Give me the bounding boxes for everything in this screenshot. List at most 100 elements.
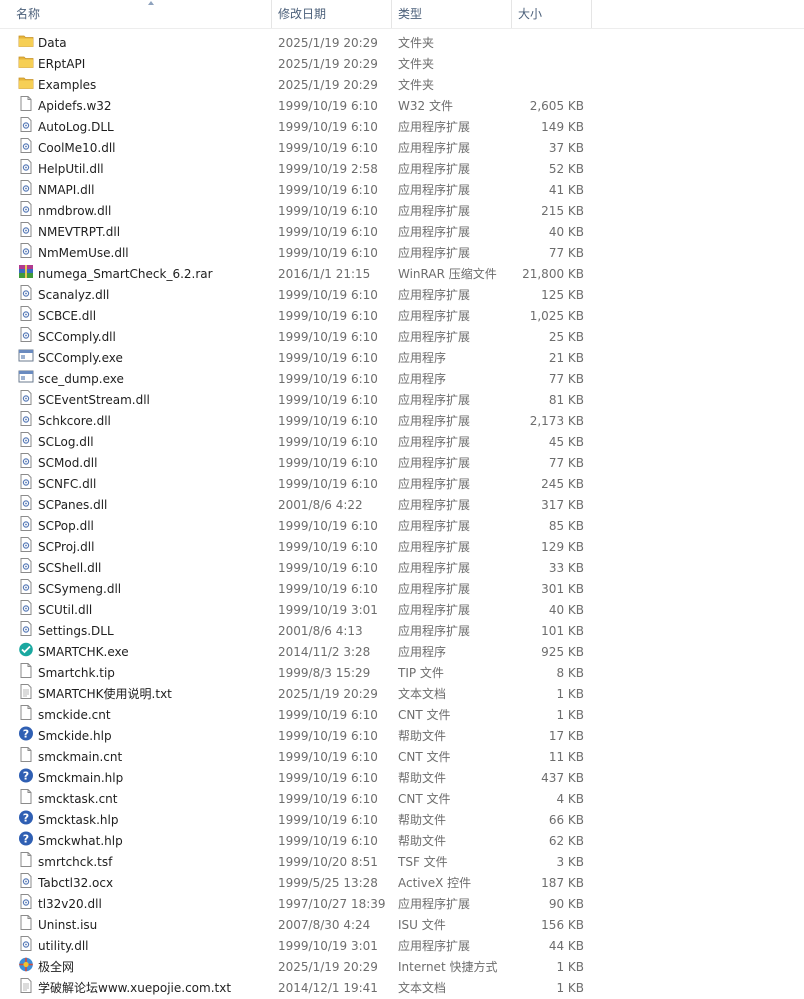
file-modified-date: 1999/10/19 3:01: [278, 939, 378, 953]
dll-icon: [18, 285, 34, 300]
file-row[interactable]: NMEVTRPT.dll 1999/10/19 6:10 应用程序扩展 40 KB: [0, 222, 804, 243]
file-row[interactable]: numega_SmartCheck_6.2.rar 2016/1/1 21:15 W…: [0, 264, 804, 285]
file-row[interactable]: Scanalyz.dll 1999/10/19 6:10 应用程序扩展 125 KB: [0, 285, 804, 306]
file-name: HelpUtil.dll: [38, 162, 104, 176]
file-row[interactable]: ? Smckide.hlp 1999/10/19 6:10 帮助文件 17 KB: [0, 726, 804, 747]
column-header-date-label: 修改日期: [278, 7, 327, 21]
file-row[interactable]: SCMod.dll 1999/10/19 6:10 应用程序扩展 77 KB: [0, 453, 804, 474]
file-modified-date: 1999/10/19 6:10: [278, 288, 378, 302]
folder-icon: [18, 75, 34, 90]
file-row[interactable]: utility.dll 1999/10/19 3:01 应用程序扩展 44 KB: [0, 936, 804, 957]
column-header-type-label: 类型: [398, 7, 423, 21]
help-icon: ?: [18, 726, 34, 741]
file-modified-date: 2025/1/19 20:29: [278, 687, 378, 701]
file-type: 应用程序扩展: [398, 183, 471, 197]
file-modified-date: 1999/10/19 6:10: [278, 792, 378, 806]
file-row[interactable]: SCEventStream.dll 1999/10/19 6:10 应用程序扩展 81…: [0, 390, 804, 411]
file-row[interactable]: NmMemUse.dll 1999/10/19 6:10 应用程序扩展 77 KB: [0, 243, 804, 264]
file-type: 应用程序扩展: [398, 120, 471, 134]
file-name: Smckmain.hlp: [38, 771, 124, 785]
file-row[interactable]: SCPanes.dll 2001/8/6 4:22 应用程序扩展 317 KB: [0, 495, 804, 516]
file-size: 11 KB: [548, 750, 584, 764]
file-row[interactable]: ? Smckmain.hlp 1999/10/19 6:10 帮助文件 437 KB: [0, 768, 804, 789]
file-row[interactable]: Apidefs.w32 1999/10/19 6:10 W32 文件 2,605 KB: [0, 96, 804, 117]
file-row[interactable]: Tabctl32.ocx 1999/5/25 13:28 ActiveX 控件 187…: [0, 873, 804, 894]
file-row[interactable]: ERptAPI 2025/1/19 20:29 文件夹: [0, 54, 804, 75]
file-row[interactable]: SMARTCHK使用说明.txt 2025/1/19 20:29 文本文档 1 KB: [0, 684, 804, 705]
file-row[interactable]: HelpUtil.dll 1999/10/19 2:58 应用程序扩展 52 KB: [0, 159, 804, 180]
file-row[interactable]: smcktask.cnt 1999/10/19 6:10 CNT 文件 4 KB: [0, 789, 804, 810]
file-name: Apidefs.w32: [38, 99, 112, 113]
file-name: SMARTCHK.exe: [38, 645, 129, 659]
column-header-type[interactable]: 类型: [392, 0, 512, 28]
file-modified-date: 1999/10/19 6:10: [278, 582, 378, 596]
file-modified-date: 1999/10/19 2:58: [278, 162, 378, 176]
smartcheck-app-icon: [18, 642, 34, 657]
file-size: 301 KB: [541, 582, 584, 596]
file-row[interactable]: smckmain.cnt 1999/10/19 6:10 CNT 文件 11 KB: [0, 747, 804, 768]
file-type: 文件夹: [398, 36, 435, 50]
file-modified-date: 2025/1/19 20:29: [278, 960, 378, 974]
file-size: 8 KB: [556, 666, 584, 680]
file-row[interactable]: CoolMe10.dll 1999/10/19 6:10 应用程序扩展 37 KB: [0, 138, 804, 159]
file-row[interactable]: smrtchck.tsf 1999/10/20 8:51 TSF 文件 3 KB: [0, 852, 804, 873]
file-type: 应用程序扩展: [398, 624, 471, 638]
file-type: CNT 文件: [398, 708, 451, 722]
file-name: NMAPI.dll: [38, 183, 95, 197]
file-row[interactable]: sce_dump.exe 1999/10/19 6:10 应用程序 77 KB: [0, 369, 804, 390]
file-row[interactable]: nmdbrow.dll 1999/10/19 6:10 应用程序扩展 215 KB: [0, 201, 804, 222]
column-header-name[interactable]: 名称: [10, 0, 272, 28]
file-modified-date: 1999/10/19 6:10: [278, 330, 378, 344]
file-row[interactable]: 极全网 2025/1/19 20:29 Internet 快捷方式 1 KB: [0, 957, 804, 978]
file-row[interactable]: SCComply.exe 1999/10/19 6:10 应用程序 21 KB: [0, 348, 804, 369]
file-row[interactable]: 学破解论坛www.xuepojie.com.txt 2014/12/1 19:41…: [0, 978, 804, 999]
file-icon: [18, 852, 34, 867]
file-row[interactable]: smckide.cnt 1999/10/19 6:10 CNT 文件 1 KB: [0, 705, 804, 726]
file-size: 81 KB: [548, 393, 584, 407]
file-type: 应用程序扩展: [398, 414, 471, 428]
file-row[interactable]: SCBCE.dll 1999/10/19 6:10 应用程序扩展 1,025 KB: [0, 306, 804, 327]
file-row[interactable]: SCPop.dll 1999/10/19 6:10 应用程序扩展 85 KB: [0, 516, 804, 537]
file-row[interactable]: SMARTCHK.exe 2014/11/2 3:28 应用程序 925 KB: [0, 642, 804, 663]
file-size: 25 KB: [548, 330, 584, 344]
file-type: 应用程序扩展: [398, 393, 471, 407]
column-header-size[interactable]: 大小: [512, 0, 592, 28]
help-icon: ?: [18, 831, 34, 846]
dll-icon: [18, 201, 34, 216]
file-row[interactable]: AutoLog.DLL 1999/10/19 6:10 应用程序扩展 149 KB: [0, 117, 804, 138]
file-type: 应用程序扩展: [398, 603, 471, 617]
file-row[interactable]: Uninst.isu 2007/8/30 4:24 ISU 文件 156 KB: [0, 915, 804, 936]
file-name: smcktask.cnt: [38, 792, 118, 806]
file-type: 应用程序扩展: [398, 456, 471, 470]
file-row[interactable]: NMAPI.dll 1999/10/19 6:10 应用程序扩展 41 KB: [0, 180, 804, 201]
column-header-date[interactable]: 修改日期: [272, 0, 392, 28]
file-row[interactable]: ? Smckwhat.hlp 1999/10/19 6:10 帮助文件 62 KB: [0, 831, 804, 852]
dll-icon: [18, 579, 34, 594]
file-row[interactable]: Schkcore.dll 1999/10/19 6:10 应用程序扩展 2,173 K…: [0, 411, 804, 432]
file-icon: [18, 789, 34, 804]
file-row[interactable]: SCComply.dll 1999/10/19 6:10 应用程序扩展 25 KB: [0, 327, 804, 348]
file-row[interactable]: ? Smcktask.hlp 1999/10/19 6:10 帮助文件 66 KB: [0, 810, 804, 831]
file-type: 应用程序扩展: [398, 477, 471, 491]
file-modified-date: 1999/10/19 6:10: [278, 309, 378, 323]
file-row[interactable]: SCUtil.dll 1999/10/19 3:01 应用程序扩展 40 KB: [0, 600, 804, 621]
file-type: 帮助文件: [398, 813, 447, 827]
file-row[interactable]: SCNFC.dll 1999/10/19 6:10 应用程序扩展 245 KB: [0, 474, 804, 495]
dll-icon: [18, 159, 34, 174]
file-row[interactable]: Settings.DLL 2001/8/6 4:13 应用程序扩展 101 KB: [0, 621, 804, 642]
file-row[interactable]: Smartchk.tip 1999/8/3 15:29 TIP 文件 8 KB: [0, 663, 804, 684]
file-name: SMARTCHK使用说明.txt: [38, 687, 172, 701]
file-modified-date: 1999/10/19 6:10: [278, 435, 378, 449]
file-row[interactable]: SCSymeng.dll 1999/10/19 6:10 应用程序扩展 301 KB: [0, 579, 804, 600]
file-row[interactable]: SCLog.dll 1999/10/19 6:10 应用程序扩展 45 KB: [0, 432, 804, 453]
file-modified-date: 1999/10/19 6:10: [278, 414, 378, 428]
file-icon: [18, 747, 34, 762]
file-row[interactable]: tl32v20.dll 1997/10/27 18:39 应用程序扩展 90 KB: [0, 894, 804, 915]
file-row[interactable]: SCProj.dll 1999/10/19 6:10 应用程序扩展 129 KB: [0, 537, 804, 558]
file-type: CNT 文件: [398, 750, 451, 764]
file-row[interactable]: Data 2025/1/19 20:29 文件夹: [0, 33, 804, 54]
file-name: Scanalyz.dll: [38, 288, 110, 302]
file-row[interactable]: Examples 2025/1/19 20:29 文件夹: [0, 75, 804, 96]
file-name: SCComply.dll: [38, 330, 116, 344]
file-row[interactable]: SCShell.dll 1999/10/19 6:10 应用程序扩展 33 KB: [0, 558, 804, 579]
